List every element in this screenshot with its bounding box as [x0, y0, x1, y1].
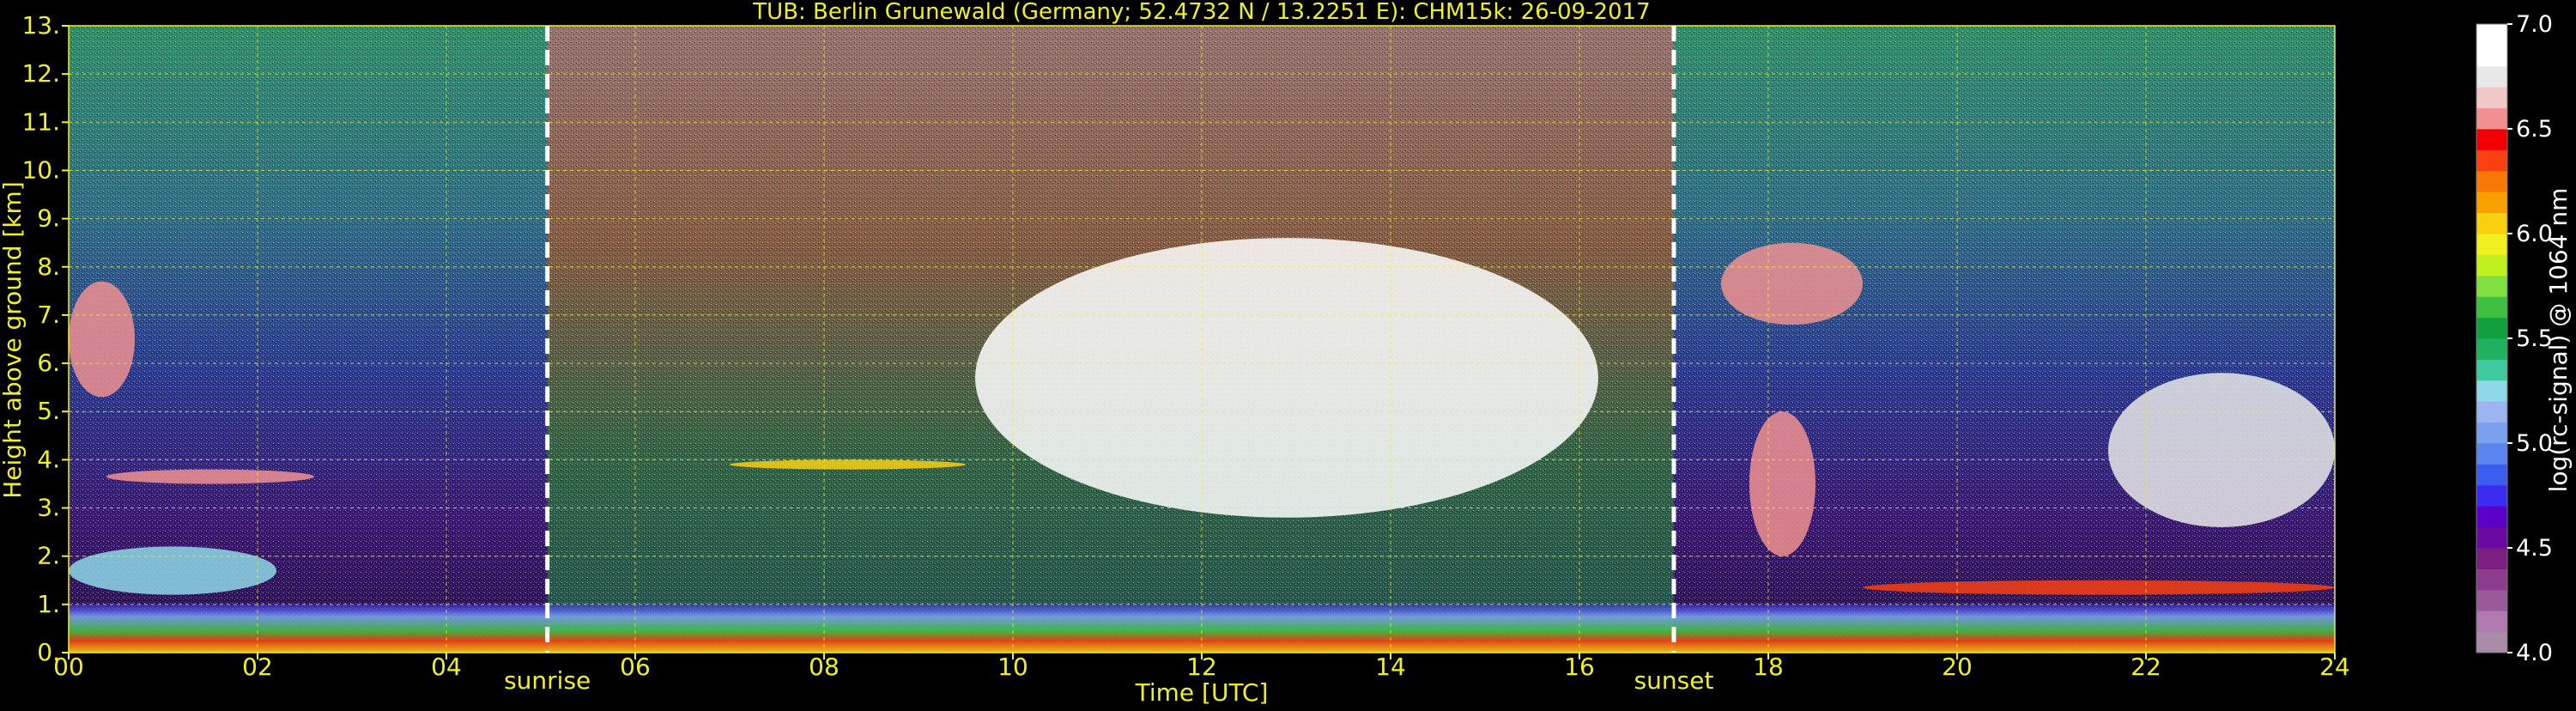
- colorbar-segment-25: [2476, 107, 2507, 130]
- chart-title: TUB: Berlin Grunewald (Germany; 52.4732 …: [752, 0, 1650, 25]
- colorbar-segment-24: [2476, 129, 2507, 150]
- x-tick-label-2: 04: [431, 653, 462, 681]
- colorbar-segment-22: [2476, 170, 2507, 192]
- colorbar-tick-label-1: 4.5: [2516, 535, 2553, 562]
- colorbar-segment-14: [2476, 338, 2507, 360]
- colorbar-segment-12: [2476, 380, 2507, 402]
- colorbar-segment-16: [2476, 296, 2507, 319]
- y-tick-label-8: 8.: [37, 252, 60, 281]
- y-tick-label-9: 9.: [37, 204, 60, 233]
- colorbar-segment-28: [2476, 45, 2507, 67]
- feature-thin-aerosol-layer-2: [106, 469, 314, 484]
- x-axis-label: Time [UTC]: [1135, 678, 1269, 707]
- feature-aerosol-layer-3: [730, 459, 966, 470]
- y-tick-label-6: 6.: [37, 349, 60, 377]
- feature-cloud-7: [1749, 411, 1815, 556]
- y-tick-label-12: 12.: [21, 59, 60, 88]
- y-tick-label-3: 3.: [37, 494, 60, 522]
- y-tick-label-2: 2.: [37, 542, 60, 570]
- feature-residual-layer-1: [69, 546, 276, 595]
- colorbar-segment-20: [2476, 212, 2507, 234]
- x-axis-ticks: 00 02 04 06 08 10 12 14 16 18 20 22 24: [53, 653, 2350, 681]
- colorbar-segment-10: [2476, 422, 2507, 444]
- y-tick-label-1: 1.: [37, 590, 60, 618]
- x-tick-label-11: 22: [2131, 653, 2161, 681]
- marker-label-sunset: sunset: [1634, 666, 1714, 695]
- feature-mid-level-cloud-9: [2108, 373, 2335, 527]
- colorbar-segment-5: [2476, 526, 2507, 549]
- x-tick-label-7: 14: [1375, 653, 1406, 681]
- y-tick-label-5: 5.: [37, 397, 60, 425]
- colorbar-label: log(rc-signal) @ 1064 nm: [2544, 188, 2573, 493]
- x-tick-label-3: 06: [620, 653, 651, 681]
- y-axis-ticks: 0. 1. 2. 3. 4. 5. 6. 7. 8. 9. 10. 11. 12. 13.: [21, 11, 69, 666]
- x-tick-label-12: 24: [2319, 653, 2350, 681]
- x-tick-label-8: 16: [1564, 653, 1595, 681]
- y-tick-label-13: 13.: [21, 11, 60, 40]
- y-tick-label-11: 11.: [21, 107, 60, 136]
- colorbar-segment-6: [2476, 506, 2507, 528]
- colorbar-segment-17: [2476, 275, 2507, 297]
- y-tick-label-10: 10.: [21, 155, 60, 184]
- colorbar-segment-9: [2476, 443, 2507, 465]
- feature-cloud-6: [1721, 242, 1863, 325]
- y-tick-label-0: 0.: [37, 638, 60, 666]
- colorbar-segment-26: [2476, 87, 2507, 109]
- feature-mid-level-cloud-5: [975, 238, 1598, 518]
- colorbar-segment-19: [2476, 234, 2507, 255]
- colorbar-segment-3: [2476, 568, 2507, 591]
- colorbar-segment-29: [2476, 24, 2507, 46]
- colorbar-segment-11: [2476, 401, 2507, 423]
- colorbar-segment-0: [2476, 631, 2507, 653]
- x-tick-label-4: 08: [809, 653, 839, 681]
- colorbar-segment-1: [2476, 611, 2507, 633]
- y-axis-label: Height above ground [km]: [0, 181, 27, 499]
- marker-label-sunrise: sunrise: [504, 666, 591, 695]
- colorbar-segment-23: [2476, 149, 2507, 172]
- colorbar-segment-27: [2476, 65, 2507, 88]
- y-tick-label-4: 4.: [37, 445, 60, 473]
- colorbar-segment-2: [2476, 589, 2507, 611]
- colorbar-segment-18: [2476, 254, 2507, 276]
- plot-area: [68, 25, 2336, 653]
- colorbar-tick-label-6: 7.0: [2516, 11, 2553, 38]
- colorbar-segment-13: [2476, 359, 2507, 381]
- chart-figure: TUB: Berlin Grunewald (Germany; 52.4732 …: [0, 0, 2576, 708]
- colorbar-tick-label-5: 6.5: [2516, 116, 2553, 143]
- colorbar-segment-15: [2476, 317, 2507, 339]
- x-tick-label-10: 20: [1942, 653, 1973, 681]
- x-tick-label-9: 18: [1753, 653, 1784, 681]
- colorbar-tick-label-0: 4.0: [2516, 640, 2553, 666]
- colorbar-segment-4: [2476, 548, 2507, 569]
- x-tick-label-6: 12: [1186, 653, 1217, 681]
- feature-boundary-layer-top-8: [1863, 580, 2335, 595]
- chart-svg: TUB: Berlin Grunewald (Germany; 52.4732 …: [0, 0, 2573, 707]
- feature-cirrus-4: [69, 281, 135, 398]
- x-tick-label-1: 02: [242, 653, 273, 681]
- colorbar-segment-7: [2476, 484, 2507, 507]
- colorbar-segment-8: [2476, 464, 2507, 486]
- colorbar-segment-21: [2476, 191, 2507, 214]
- colorbar: [2476, 23, 2508, 653]
- x-tick-label-5: 10: [997, 653, 1028, 681]
- y-tick-label-7: 7.: [37, 301, 60, 329]
